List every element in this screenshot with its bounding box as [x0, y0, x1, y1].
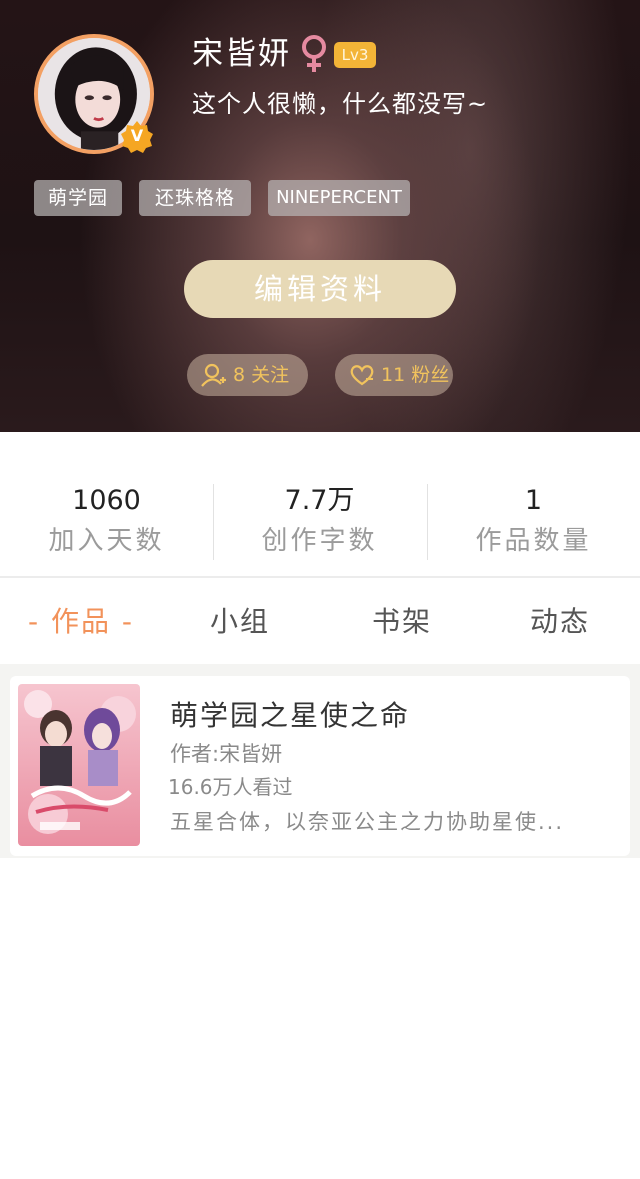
heart-icon — [349, 363, 375, 387]
stat-value: 7.7万 — [284, 485, 355, 516]
tag-item[interactable]: 还珠格格 — [139, 180, 251, 216]
book-cover-image — [18, 684, 140, 846]
stat-join-days: 1060 加入天数 — [0, 432, 213, 578]
tab-activity[interactable]: 动态 — [520, 600, 600, 644]
profile-header: V 宋皆妍 Lv3 这个人很懒，什么都没写~ 萌学园 还珠格格 NINEPERC… — [0, 0, 640, 432]
works-list: 萌学园之星使之命 作者:宋皆妍 16.6万人看过 五星合体，以奈亚公主之力协助星… — [0, 664, 640, 1179]
book-cover[interactable] — [18, 684, 140, 846]
book-author: 作者:宋皆妍 — [170, 742, 283, 766]
fans-button[interactable]: 11 粉丝 — [335, 354, 453, 396]
verified-mark: V — [130, 126, 144, 145]
stat-works-count: 1 作品数量 — [427, 432, 640, 578]
following-button[interactable]: 8 关注 — [187, 354, 308, 396]
work-card[interactable]: 萌学园之星使之命 作者:宋皆妍 16.6万人看过 五星合体，以奈亚公主之力协助星… — [10, 676, 630, 856]
stat-label: 创作字数 — [261, 526, 378, 556]
stats-bar: 1060 加入天数 7.7万 创作字数 1 作品数量 — [0, 432, 640, 578]
edit-profile-button[interactable]: 编辑资料 — [184, 260, 456, 318]
divider — [213, 484, 214, 560]
female-gender-icon — [298, 34, 330, 74]
tag-item[interactable]: 萌学园 — [34, 180, 122, 216]
following-count: 8 关注 — [233, 364, 290, 386]
fans-count: 11 粉丝 — [381, 364, 450, 386]
tab-bookshelf[interactable]: 书架 — [362, 600, 442, 644]
verified-badge-icon: V — [120, 120, 154, 154]
tag-item[interactable]: NINEPERCENT — [268, 180, 410, 216]
stat-label: 加入天数 — [48, 526, 165, 556]
add-user-icon — [201, 363, 227, 387]
tab-bar: - 作品 - 小组 书架 动态 — [0, 580, 640, 664]
username: 宋皆妍 — [192, 36, 291, 72]
divider — [427, 484, 428, 560]
book-views: 16.6万人看过 — [168, 775, 293, 799]
stat-value: 1060 — [72, 485, 141, 516]
stat-value: 1 — [524, 485, 543, 516]
stat-word-count: 7.7万 创作字数 — [213, 432, 426, 578]
tab-works[interactable]: - 作品 - — [18, 600, 144, 644]
bio-text: 这个人很懒，什么都没写~ — [192, 90, 489, 118]
tab-groups[interactable]: 小组 — [200, 600, 280, 644]
level-badge: Lv3 — [334, 42, 376, 68]
stat-label: 作品数量 — [475, 526, 592, 556]
book-description: 五星合体，以奈亚公主之力协助星使... — [170, 810, 565, 834]
book-title[interactable]: 萌学园之星使之命 — [170, 696, 410, 736]
